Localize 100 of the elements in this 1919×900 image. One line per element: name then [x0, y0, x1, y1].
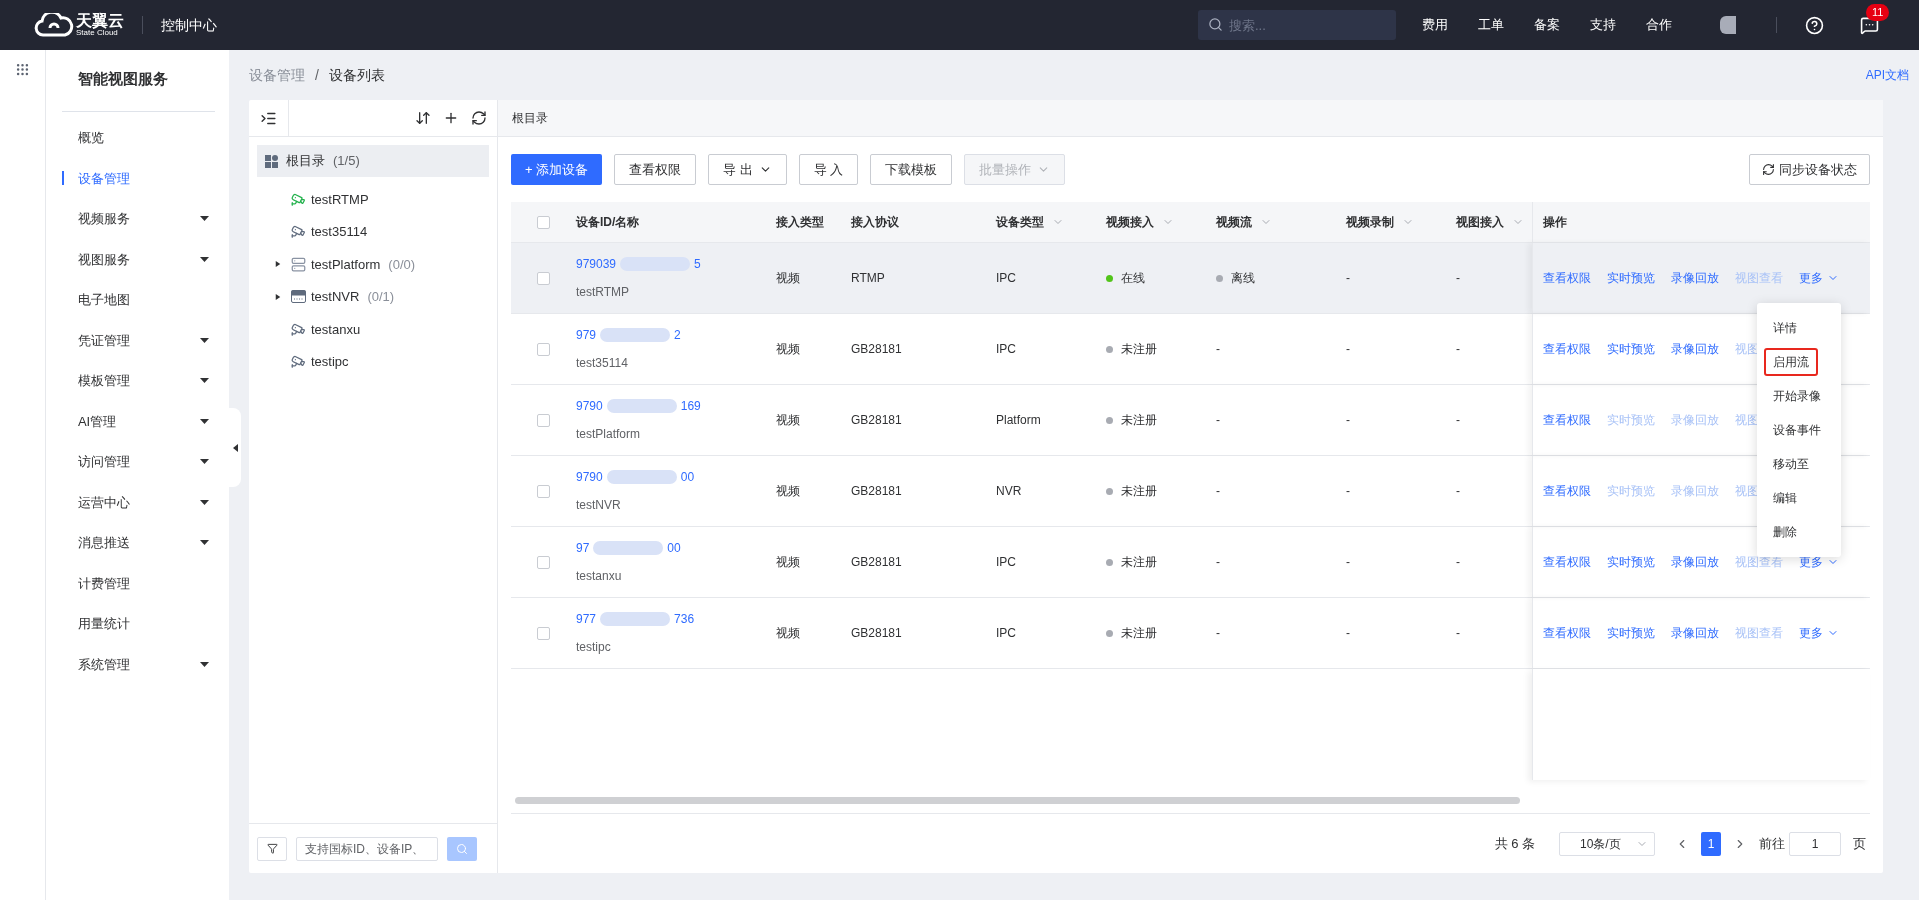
action-link[interactable]: 查看权限	[1543, 624, 1591, 642]
action-link[interactable]: 查看权限	[1543, 269, 1591, 287]
sidebar-item[interactable]: 视图服务	[61, 239, 215, 280]
action-link[interactable]: 实时预览	[1607, 624, 1655, 642]
avatar-icon[interactable]	[1720, 16, 1736, 34]
tree-item[interactable]: test35114	[311, 222, 368, 242]
sidebar-item[interactable]: 概览	[61, 117, 215, 158]
expand-caret-icon[interactable]	[275, 292, 281, 301]
action-link[interactable]: 录像回放	[1671, 553, 1719, 571]
menu-item[interactable]: 详情	[1764, 314, 1806, 342]
notification-badge: 11	[1866, 3, 1890, 21]
sidebar-item[interactable]: 视频服务	[61, 198, 215, 239]
sidebar-item[interactable]: 计费管理	[61, 563, 215, 604]
help-icon[interactable]	[1805, 15, 1824, 35]
sidebar-item[interactable]: 设备管理	[61, 158, 215, 199]
toolbar-button[interactable]: 导 出	[708, 154, 787, 185]
nav-link[interactable]: 支持	[1590, 15, 1616, 35]
filter-button[interactable]	[257, 836, 287, 861]
menu-item[interactable]: 开始录像	[1764, 382, 1830, 410]
device-id[interactable]: 2	[674, 326, 681, 344]
device-id[interactable]: 979	[576, 326, 597, 344]
menu-item[interactable]: 删除	[1764, 518, 1806, 546]
action-link[interactable]: 录像回放	[1671, 340, 1719, 358]
horizontal-scrollbar[interactable]	[515, 797, 1520, 804]
action-link[interactable]: 实时预览	[1607, 269, 1655, 287]
sidebar-item[interactable]: AI管理	[61, 401, 215, 442]
action-link[interactable]: 查看权限	[1543, 340, 1591, 358]
nav-link[interactable]: 合作	[1646, 15, 1672, 35]
search-field[interactable]: 搜索...	[1198, 10, 1396, 40]
tree-item[interactable]: testipc	[311, 352, 349, 372]
sidebar-item[interactable]: 消息推送	[61, 522, 215, 563]
sidebar-item[interactable]: 电子地图	[61, 279, 215, 320]
device-id[interactable]: 9790	[576, 397, 603, 415]
expand-caret-icon[interactable]	[275, 260, 281, 269]
sidebar-item[interactable]: 系统管理	[61, 644, 215, 685]
sync-status-button[interactable]: 同步设备状态	[1749, 154, 1870, 185]
more-link[interactable]: 更多	[1799, 269, 1839, 287]
action-link[interactable]: 查看权限	[1543, 411, 1591, 429]
device-id[interactable]: 736	[674, 610, 695, 628]
tree-item[interactable]: testanxu	[311, 319, 361, 339]
add-icon[interactable]	[443, 110, 459, 126]
nav-link[interactable]: 备案	[1534, 15, 1560, 35]
table-cell-text: 视频	[776, 412, 801, 429]
toolbar-button[interactable]: 查看权限	[614, 154, 697, 185]
status-text: -	[1216, 625, 1220, 642]
device-id[interactable]: 9790	[576, 468, 603, 486]
action-link[interactable]: 录像回放	[1671, 624, 1719, 642]
sidebar-item[interactable]: 凭证管理	[61, 320, 215, 361]
apps-grid-icon[interactable]	[14, 62, 30, 77]
more-link[interactable]: 更多	[1799, 624, 1839, 642]
action-link[interactable]: 查看权限	[1543, 553, 1591, 571]
message-icon[interactable]	[1860, 15, 1879, 35]
menu-item[interactable]: 启用流	[1764, 348, 1818, 376]
device-id[interactable]: 00	[667, 539, 681, 557]
sidebar-item[interactable]: 访问管理	[61, 441, 215, 482]
checkbox[interactable]	[537, 555, 550, 569]
action-link[interactable]: 实时预览	[1607, 553, 1655, 571]
more-link[interactable]: 更多	[1799, 553, 1839, 571]
device-id[interactable]: 977	[576, 610, 597, 628]
toolbar-button[interactable]: 下载模板	[870, 154, 953, 185]
menu-item[interactable]: 移动至	[1764, 450, 1818, 478]
sort-icon[interactable]	[415, 110, 431, 126]
toolbar-button[interactable]: + 添加设备	[511, 154, 603, 185]
tree-item[interactable]: testRTMP	[311, 189, 369, 209]
device-id[interactable]: 979039	[576, 255, 617, 273]
breadcrumb-item[interactable]: 设备管理	[249, 64, 305, 86]
tree-root-item[interactable]: 根目录 (1/5)	[257, 145, 489, 177]
goto-label: 前往	[1759, 834, 1785, 853]
sidebar-item[interactable]: 用量统计	[61, 603, 215, 644]
api-docs-link[interactable]: API文档	[1865, 66, 1909, 84]
checkbox[interactable]	[537, 413, 550, 427]
action-link[interactable]: 录像回放	[1671, 269, 1719, 287]
search-field[interactable]: 支持国标ID、设备IP、	[296, 836, 438, 861]
checkbox[interactable]	[537, 271, 550, 285]
device-id[interactable]: 97	[576, 539, 590, 557]
sidebar-item[interactable]: 模板管理	[61, 360, 215, 401]
tree-item[interactable]: testNVR	[311, 287, 360, 307]
checkbox[interactable]	[537, 626, 550, 640]
page-size-select[interactable]: 10条/页	[1559, 831, 1655, 856]
sidebar-item[interactable]: 运营中心	[61, 482, 215, 523]
nav-link[interactable]: 费用	[1422, 15, 1448, 35]
device-id[interactable]: 5	[694, 255, 701, 273]
collapse-handle[interactable]	[229, 408, 241, 487]
menu-item[interactable]: 编辑	[1764, 484, 1806, 512]
page-input[interactable]: 1	[1789, 831, 1841, 856]
refresh-icon[interactable]	[471, 110, 487, 126]
checkbox[interactable]	[537, 484, 550, 498]
tree-item[interactable]: testPlatform	[311, 254, 381, 274]
toolbar-button[interactable]: 导 入	[798, 154, 859, 185]
nav-link[interactable]: 工单	[1478, 15, 1504, 35]
table-cell-text: IPC	[996, 554, 1017, 571]
refresh-icon	[1762, 163, 1775, 176]
checkbox[interactable]	[537, 215, 550, 229]
page-button[interactable]: 1	[1701, 831, 1721, 856]
action-link[interactable]: 实时预览	[1607, 340, 1655, 358]
action-link[interactable]: 查看权限	[1543, 482, 1591, 500]
device-id[interactable]: 169	[680, 397, 701, 415]
checkbox[interactable]	[537, 342, 550, 356]
device-id[interactable]: 00	[680, 468, 695, 486]
menu-item[interactable]: 设备事件	[1764, 416, 1830, 444]
